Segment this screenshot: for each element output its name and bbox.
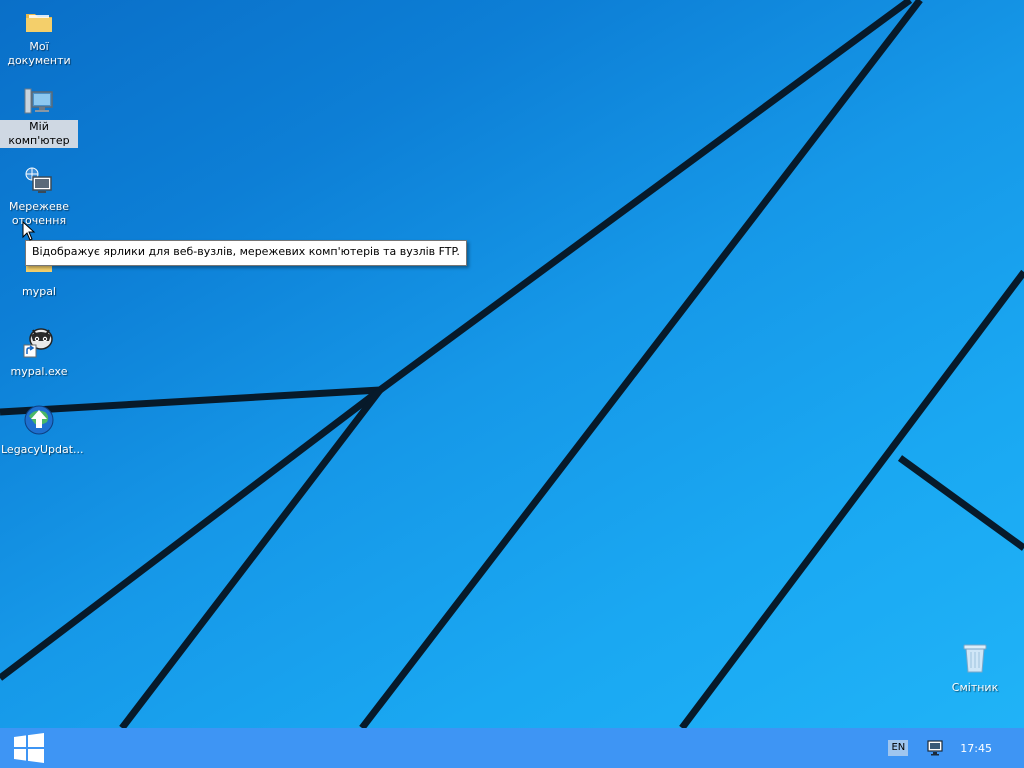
desktop-icon-my-documents[interactable]: Мої документи <box>0 6 78 68</box>
tooltip: Відображує ярлики для веб-вузлів, мереже… <box>25 240 467 266</box>
recycle-bin-icon <box>959 642 991 674</box>
wallpaper-lines <box>0 0 1024 728</box>
start-button[interactable] <box>0 728 58 768</box>
computer-icon <box>23 86 55 118</box>
desktop-icon-recycle-bin[interactable]: Смітник <box>936 642 1014 695</box>
network-icon <box>23 166 55 198</box>
mouse-cursor-icon <box>22 221 36 241</box>
mypal-shortcut-icon <box>23 326 55 358</box>
icon-label: Смітник <box>951 681 999 694</box>
desktop-icon-network[interactable]: Мережеве оточення <box>0 166 78 228</box>
desktop-icon-mypal-exe[interactable]: mypal.exe <box>0 326 78 379</box>
folder-icon <box>23 6 55 38</box>
desktop-icon-my-computer[interactable]: Мій комп'ютер <box>0 86 78 148</box>
legacy-update-icon <box>23 404 55 436</box>
taskbar: EN 17:45 <box>0 728 1024 768</box>
icon-label: Мережеве оточення <box>9 200 69 227</box>
icon-label: mypal.exe <box>10 365 68 378</box>
system-tray: EN 17:45 <box>888 728 1024 768</box>
icon-label: Мій комп'ютер <box>0 120 78 148</box>
clock[interactable]: 17:45 <box>960 742 992 755</box>
desktop[interactable]: Мої документи Мій комп'ютер Мережеве ото… <box>0 0 1024 728</box>
desktop-icon-legacy-update[interactable]: LegacyUpdat... <box>0 404 84 457</box>
network-tray-icon[interactable] <box>926 739 944 757</box>
icon-label: LegacyUpdat... <box>1 443 84 456</box>
icon-label: Мої документи <box>7 40 71 67</box>
language-indicator[interactable]: EN <box>888 740 909 756</box>
icon-label: mypal <box>21 285 56 298</box>
windows-logo-icon <box>14 733 44 763</box>
